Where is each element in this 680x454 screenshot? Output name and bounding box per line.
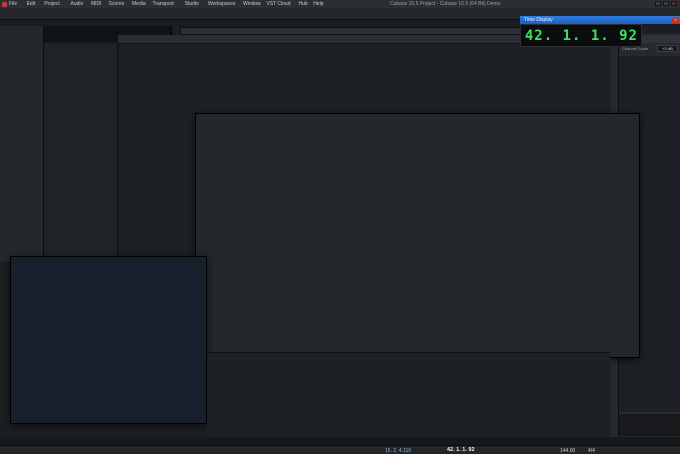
toolbar-icon[interactable] bbox=[10, 10, 17, 17]
meter-statistics bbox=[619, 414, 680, 436]
primary-time-display[interactable]: 42. 1. 1. 92 bbox=[447, 447, 475, 453]
cubase-screen: FileEditProjectAudioMIDIScoresMediaTrans… bbox=[0, 0, 680, 454]
close-icon[interactable] bbox=[671, 1, 677, 6]
mixconsole-window bbox=[195, 113, 640, 358]
toolbar-icon[interactable] bbox=[22, 10, 29, 17]
menu-item-audio[interactable]: Audio bbox=[71, 1, 92, 7]
toolbar-icon[interactable] bbox=[2, 10, 9, 17]
menu-item-edit[interactable]: Edit bbox=[27, 1, 45, 7]
app-logo-icon bbox=[2, 2, 7, 7]
menu-item-help[interactable]: Help bbox=[313, 1, 331, 7]
menu-item-project[interactable]: Project bbox=[44, 1, 70, 7]
menu-bar: FileEditProjectAudioMIDIScoresMediaTrans… bbox=[0, 0, 680, 8]
close-icon[interactable]: × bbox=[672, 17, 679, 23]
maximize-icon[interactable] bbox=[663, 1, 669, 6]
menu-item-window[interactable]: Window bbox=[243, 1, 266, 7]
menu-item-transport[interactable]: Transport bbox=[153, 1, 185, 7]
menu-item-media[interactable]: Media bbox=[132, 1, 153, 7]
time-signature-display[interactable]: 4/4 bbox=[588, 448, 595, 454]
menu-item-vst-cloud[interactable]: VST Cloud bbox=[266, 1, 298, 7]
window-title: Cubase 10.5 Project - Cubase 10.5 (64 Bi… bbox=[390, 1, 500, 7]
lower-zone-tab-bar bbox=[0, 437, 680, 445]
tempo-display[interactable]: 144.00 bbox=[560, 448, 575, 454]
lower-zone-sample-editor bbox=[207, 352, 610, 437]
multitap-delay-plugin-window bbox=[10, 256, 207, 424]
menu-item-midi[interactable]: MIDI bbox=[91, 1, 109, 7]
menu-item-hub[interactable]: Hub bbox=[299, 1, 314, 7]
menu-item-file[interactable]: File bbox=[9, 1, 27, 7]
time-display-title: Time Display bbox=[524, 17, 553, 23]
menu-item-studio[interactable]: Studio bbox=[185, 1, 208, 7]
minimize-icon[interactable] bbox=[655, 1, 661, 6]
track-list bbox=[44, 44, 118, 260]
time-display-value: 42. 1. 1. 92 bbox=[525, 28, 638, 44]
time-display-window: Time Display × 42. 1. 1. 92 bbox=[520, 16, 680, 47]
time-display-titlebar[interactable]: Time Display × bbox=[520, 16, 680, 24]
menu-item-scores[interactable]: Scores bbox=[109, 1, 132, 7]
left-locator-display[interactable]: 15. 2. 4.110 bbox=[385, 448, 411, 454]
transport-bar: 15. 2. 4.110 42. 1. 1. 92 144.00 4/4 bbox=[0, 445, 680, 454]
menu-item-workspaces[interactable]: Workspaces bbox=[208, 1, 243, 7]
inspector-panel bbox=[0, 26, 44, 262]
time-display-body: 42. 1. 1. 92 bbox=[520, 24, 642, 47]
